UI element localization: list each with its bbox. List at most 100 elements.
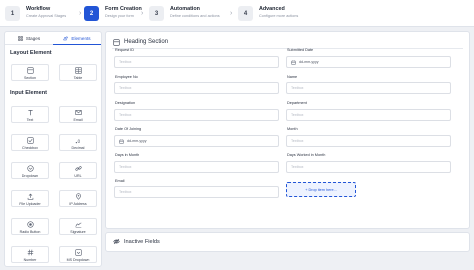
field-placeholder: Textbox (291, 113, 304, 117)
layout-element-heading: Layout Element (10, 50, 52, 56)
field-label: Date Of Joining (115, 127, 142, 131)
field-placeholder: Textbox (119, 113, 132, 117)
tab-elements[interactable]: Elements (53, 32, 101, 45)
element-url[interactable]: URL (59, 162, 97, 179)
tab-stages[interactable]: Stages (5, 32, 53, 45)
element-email[interactable]: Email (59, 106, 97, 123)
drop-zone[interactable]: + Drop item here... (286, 182, 356, 197)
month-field[interactable]: Textbox (286, 135, 451, 147)
field-placeholder: Textbox (291, 165, 304, 169)
tab-label: Stages (25, 36, 41, 41)
element-label: Email (73, 118, 83, 122)
step-title: Form Creation (105, 6, 142, 12)
hash-icon (27, 249, 34, 256)
section-icon (113, 38, 120, 46)
field-placeholder: Textbox (291, 139, 304, 143)
field-placeholder: Textbox (119, 86, 132, 90)
element-label: Text (26, 118, 34, 122)
element-table[interactable]: Table (59, 64, 97, 81)
element-number[interactable]: Number (11, 246, 49, 263)
step-title: Workflow (26, 6, 51, 12)
submitted-date-field[interactable]: dd-mm-yyyy (286, 56, 451, 68)
element-text[interactable]: Text (11, 106, 49, 123)
field-placeholder: Textbox (291, 86, 304, 90)
section-title: Heading Section (124, 39, 169, 45)
element-label: File Uploader (19, 202, 41, 206)
element-radio-button[interactable]: Radio Button (11, 218, 49, 235)
designation-field[interactable]: Textbox (114, 109, 279, 121)
element-dropdown[interactable]: Dropdown (11, 162, 49, 179)
mail-icon (75, 110, 82, 115)
svg-text:0: 0 (77, 139, 80, 144)
chevron-right-icon: › (141, 10, 144, 17)
section-header[interactable]: Heading Section (113, 37, 168, 47)
chevron-right-icon: › (230, 10, 233, 17)
element-label: Signature (70, 230, 86, 234)
inactive-fields-section[interactable]: Inactive Fields (105, 232, 470, 252)
name-field[interactable]: Textbox (286, 82, 451, 94)
field-label: Department (287, 101, 307, 105)
department-field[interactable]: Textbox (286, 109, 451, 121)
field-label: Submitted Date (287, 48, 314, 52)
step-number: 3 (149, 6, 164, 21)
calendar-icon (291, 60, 296, 65)
element-label: Dropdown (21, 174, 39, 178)
step-number: 4 (238, 6, 253, 21)
employee-no-field[interactable]: Textbox (114, 82, 279, 94)
step-subtitle: Configure more actions (259, 14, 299, 18)
element-file-uploader[interactable]: File Uploader (11, 190, 49, 207)
step-subtitle: Design your form (105, 14, 134, 18)
request-id-field[interactable]: Textbox (114, 56, 279, 68)
days-worked-in-month-field[interactable]: Textbox (286, 161, 451, 173)
signature-icon (75, 222, 82, 228)
text-icon (28, 110, 33, 116)
grid-icon (18, 36, 23, 41)
radio-icon (27, 221, 34, 228)
field-label: Name (287, 75, 298, 79)
element-label: Table (73, 76, 83, 80)
element-section[interactable]: Section (11, 64, 49, 81)
email-field[interactable]: Textbox (114, 186, 279, 198)
element-decimal[interactable]: 0 Decimal (59, 134, 97, 151)
form-canvas: Heading Section Request ID Textbox Submi… (105, 31, 470, 229)
element-label: Radio Button (19, 230, 41, 234)
inactive-title: Inactive Fields (124, 238, 160, 245)
element-signature[interactable]: Signature (59, 218, 97, 235)
field-label: Request ID (115, 48, 134, 52)
panel-tabs: Stages Elements (5, 32, 101, 45)
ip-icon (76, 193, 81, 200)
dropdown-icon (27, 165, 34, 172)
shapes-icon (63, 35, 69, 40)
element-ip-address[interactable]: IP Address (59, 190, 97, 207)
step-title: Automation (170, 6, 200, 12)
checkbox-icon (27, 137, 34, 144)
field-label: Designation (115, 101, 136, 105)
element-ms-dropdown[interactable]: MS Dropdown (59, 246, 97, 263)
table-icon (75, 67, 82, 74)
element-label: URL (74, 174, 82, 178)
step-number: 1 (5, 6, 20, 21)
eye-off-icon (113, 238, 120, 245)
field-label: Email (115, 179, 125, 183)
field-placeholder: dd-mm-yyyy (127, 139, 147, 143)
element-label: IP Address (69, 202, 87, 206)
date-of-joining-field[interactable]: dd-mm-yyyy (114, 135, 279, 147)
decimal-icon: 0 (75, 139, 80, 144)
field-placeholder: Textbox (119, 165, 132, 169)
step-subtitle: Create Approval Stages (26, 14, 67, 18)
chevron-right-icon: › (79, 10, 82, 17)
section-icon (27, 67, 34, 74)
step-subtitle: Define conditions and actions (170, 14, 220, 18)
link-icon (75, 166, 82, 171)
field-label: Employee No (115, 75, 138, 79)
field-placeholder: Textbox (119, 190, 132, 194)
stepper: 1 Workflow Create Approval Stages › 2 Fo… (0, 0, 474, 27)
step-number: 2 (84, 6, 99, 21)
days-in-month-field[interactable]: Textbox (114, 161, 279, 173)
calendar-icon (119, 139, 124, 144)
step-title: Advanced (259, 6, 285, 12)
field-label: Month (287, 127, 298, 131)
element-label: MS Dropdown (66, 258, 90, 262)
element-checkbox[interactable]: Checkbox (11, 134, 49, 151)
element-label: Checkbox (22, 146, 38, 150)
